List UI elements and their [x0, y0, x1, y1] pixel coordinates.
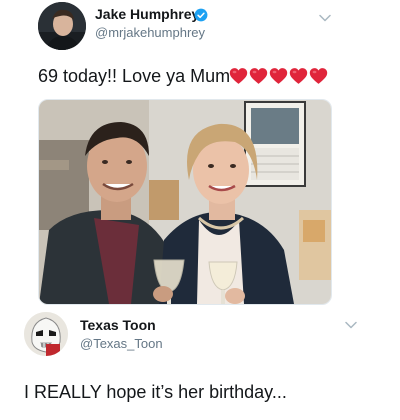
verified-badge-icon — [194, 8, 208, 22]
author-avatar[interactable] — [38, 2, 86, 50]
red-heart-icon — [309, 68, 328, 84]
author-name[interactable]: Jake Humphrey — [95, 6, 199, 22]
red-heart-icon — [249, 68, 268, 84]
red-heart-icon — [289, 68, 308, 84]
reply-author-avatar[interactable] — [24, 312, 68, 356]
chevron-down-icon[interactable] — [345, 321, 357, 329]
reply-text: I REALLY hope it’s her birthday... — [24, 382, 287, 402]
red-heart-icon — [229, 68, 248, 84]
original-tweet: Jake Humphrey @mrjakehumphrey 69 today!!… — [0, 0, 400, 308]
reply-author-handle[interactable]: @Texas_Toon — [80, 336, 163, 351]
author-handle[interactable]: @mrjakehumphrey — [95, 25, 205, 40]
tweet-photo[interactable] — [38, 99, 332, 305]
reply-author-name[interactable]: Texas Toon — [80, 317, 156, 333]
chevron-down-icon[interactable] — [319, 14, 331, 22]
red-heart-icon — [269, 68, 288, 84]
tweet-text: 69 today!! Love ya Mum — [38, 66, 231, 86]
heart-emoji-row — [229, 67, 328, 85]
